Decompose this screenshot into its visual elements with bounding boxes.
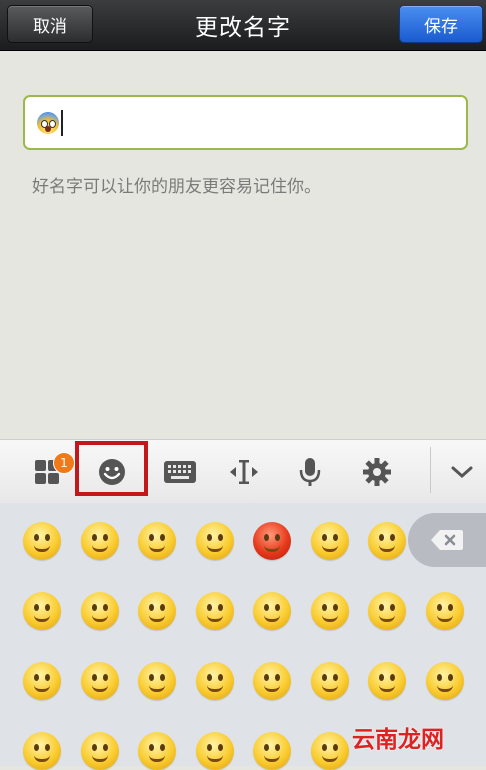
sleepy-emoji-icon[interactable] [195, 662, 234, 700]
save-button[interactable]: 保存 [399, 5, 483, 43]
smiling-face-emoji-icon[interactable] [23, 522, 61, 560]
grinning-emoji-icon[interactable] [138, 662, 176, 700]
nav-bar: 更改名字 取消 保存 [0, 0, 486, 51]
dizzy-emoji-icon[interactable] [368, 522, 406, 560]
unamused-emoji-icon[interactable] [310, 732, 349, 770]
crying-loud-emoji-icon[interactable] [23, 592, 61, 630]
confounded-emoji-icon[interactable] [195, 592, 234, 630]
grimacing-emoji-icon[interactable] [80, 592, 119, 630]
pensive-emoji-icon[interactable] [310, 662, 349, 700]
keyboard-icon[interactable] [155, 440, 205, 503]
settings-gear-icon[interactable] [356, 440, 398, 503]
fearful-emoji-icon[interactable] [253, 732, 291, 770]
winking-emoji-icon[interactable] [253, 592, 291, 630]
emoji-tab-highlight [75, 441, 148, 496]
smirking-emoji-icon[interactable] [310, 592, 349, 630]
crying-emoji-icon[interactable] [23, 662, 61, 700]
heart-eyes-emoji-icon[interactable] [80, 522, 119, 560]
notification-badge: 1 [53, 452, 75, 474]
flushed-emoji-icon[interactable] [195, 522, 234, 560]
name-input[interactable] [23, 95, 468, 150]
relieved-emoji-icon[interactable] [425, 662, 464, 700]
hint-text: 好名字可以让你的朋友更容易记住你。 [32, 177, 321, 197]
tears-of-joy-emoji-icon[interactable] [80, 732, 119, 770]
kissing-heart-emoji-icon[interactable] [138, 522, 176, 560]
backspace-button[interactable] [408, 513, 486, 567]
keyboard-toolbar [0, 439, 486, 504]
cold-sweat-emoji-icon[interactable] [425, 592, 464, 630]
toolbar-divider [430, 447, 431, 493]
screaming-in-fear-emoji-icon[interactable] [138, 592, 176, 630]
text-caret [61, 109, 63, 136]
tongue-wink-emoji-icon[interactable] [368, 592, 406, 630]
sweat-emoji-icon[interactable] [310, 522, 349, 560]
microphone-icon[interactable] [290, 440, 330, 503]
cancel-button[interactable]: 取消 [7, 5, 93, 43]
angry-emoji-icon[interactable] [368, 662, 406, 700]
watermark-text: 云南龙网 [352, 727, 444, 753]
persevering-emoji-icon[interactable] [253, 662, 291, 700]
disappointed-emoji-icon[interactable] [138, 732, 176, 770]
tongue-closed-eyes-emoji-icon[interactable] [23, 732, 61, 770]
screaming-face-emoji-icon [37, 111, 59, 134]
cursor-move-icon[interactable] [222, 440, 266, 503]
kissing-closed-eyes-emoji-icon[interactable] [80, 662, 119, 700]
grin-emoji-icon[interactable] [195, 732, 234, 770]
angry-red-emoji-icon[interactable] [253, 522, 291, 560]
chevron-down-icon[interactable] [444, 440, 480, 503]
